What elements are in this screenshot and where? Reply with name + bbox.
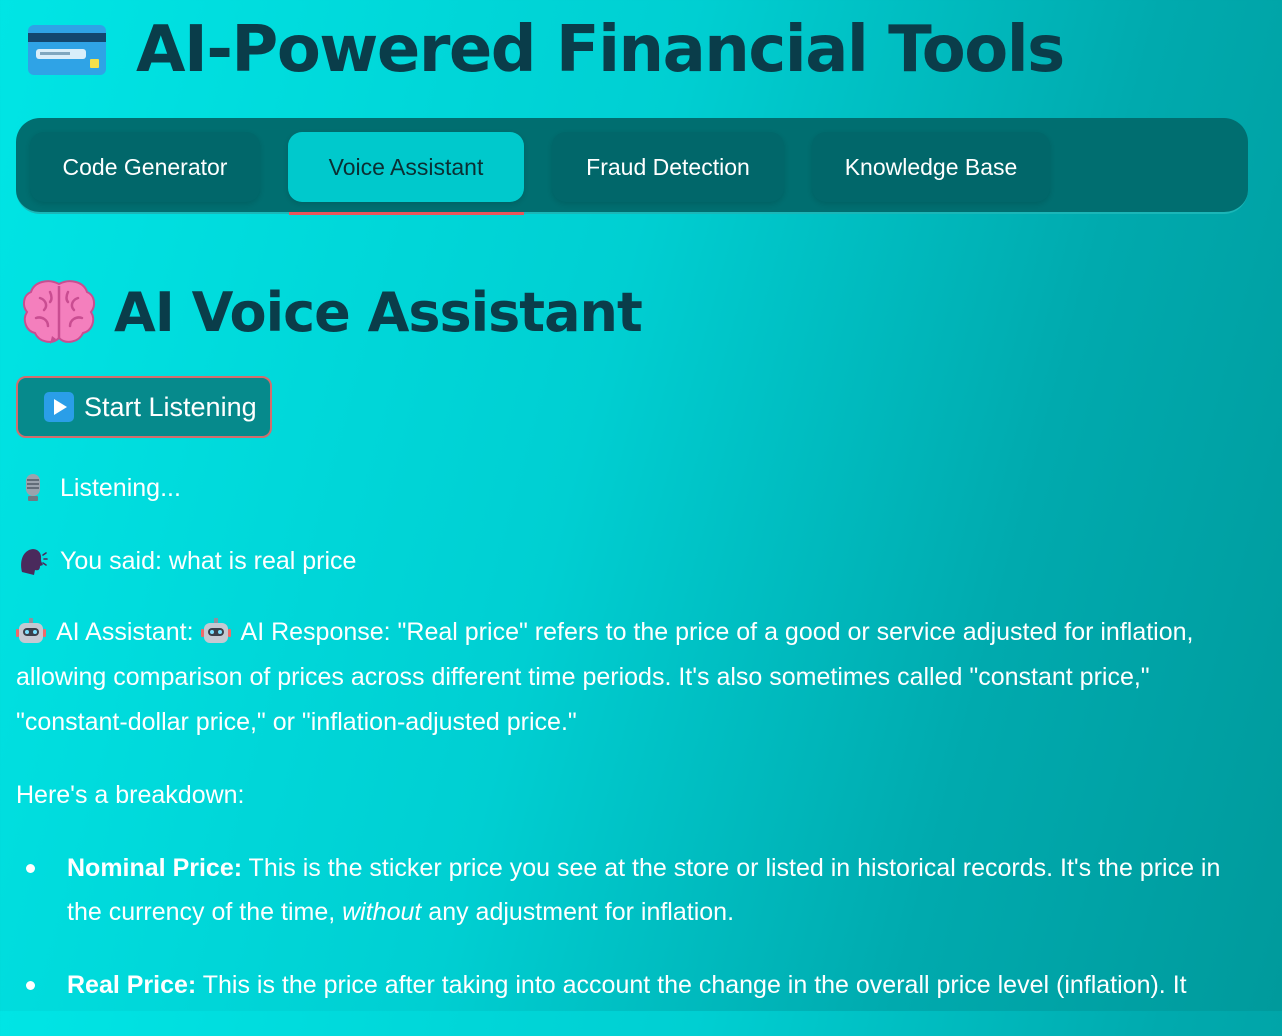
brain-icon xyxy=(22,280,96,344)
bullet-dot xyxy=(26,981,35,990)
list-item-term: Real Price: xyxy=(67,971,197,999)
tab-voice-assistant[interactable]: Voice Assistant xyxy=(288,132,524,202)
tab-knowledge-base[interactable]: Knowledge Base xyxy=(812,132,1050,202)
credit-card-icon xyxy=(28,25,106,75)
play-icon xyxy=(44,392,74,422)
robot-icon xyxy=(200,618,231,643)
user-transcript: You said: what is real price xyxy=(18,543,356,579)
list-item: Nominal Price: This is the sticker price… xyxy=(16,846,1256,934)
ai-response-paragraph: AI Assistant: AI Response: "Real price" … xyxy=(16,610,1256,745)
bullet-dot xyxy=(26,864,35,873)
section-title: AI Voice Assistant xyxy=(22,272,643,352)
listening-status: Listening... xyxy=(18,470,181,506)
list-item: Real Price: This is the price after taki… xyxy=(16,963,1256,1007)
breakdown-intro: Here's a breakdown: xyxy=(16,781,245,809)
section-title-text: AI Voice Assistant xyxy=(114,280,643,344)
start-listening-label: Start Listening xyxy=(84,391,257,422)
active-tab-indicator xyxy=(289,212,524,215)
app-title: AI-Powered Financial Tools xyxy=(136,13,1065,87)
robot-icon xyxy=(16,618,46,643)
app-header: AI-Powered Financial Tools xyxy=(28,6,1065,94)
microphone-icon xyxy=(26,474,40,501)
tab-label: Fraud Detection xyxy=(586,153,750,180)
tab-label: Knowledge Base xyxy=(844,153,1018,180)
list-item-emphasis: without xyxy=(342,898,422,926)
tab-label: Voice Assistant xyxy=(328,153,484,180)
list-item-term: Nominal Price: xyxy=(67,854,243,882)
list-item-text: This is the price after taking into acco… xyxy=(196,971,1187,999)
tab-fraud-detection[interactable]: Fraud Detection xyxy=(552,132,784,202)
tab-code-generator[interactable]: Code Generator xyxy=(30,132,260,202)
start-listening-button[interactable]: Start Listening xyxy=(16,376,272,438)
list-item-text-end: any adjustment for inflation. xyxy=(421,898,735,926)
breakdown-list: Nominal Price: This is the sticker price… xyxy=(16,846,1256,1036)
tab-bar: Code Generator Voice Assistant Fraud Det… xyxy=(16,118,1248,214)
assistant-label: AI Assistant: xyxy=(56,618,194,646)
listening-text: Listening... xyxy=(60,473,181,502)
speaking-head-icon xyxy=(21,549,48,575)
you-said-text: You said: what is real price xyxy=(60,546,357,575)
tab-label: Code Generator xyxy=(62,153,228,180)
